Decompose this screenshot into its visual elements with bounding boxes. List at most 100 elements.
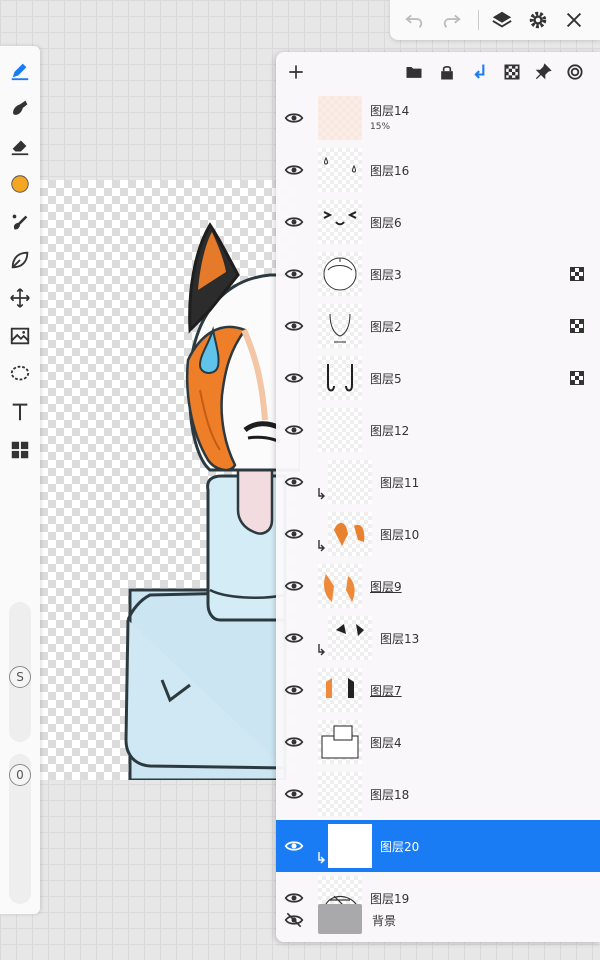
settings-button[interactable]	[526, 8, 550, 32]
visibility-eye-icon[interactable]	[284, 108, 304, 128]
move-arrows-icon	[10, 288, 30, 308]
visibility-eye-icon[interactable]	[284, 524, 304, 544]
layer-thumbnail[interactable]	[318, 720, 362, 764]
layer-thumbnail-art	[334, 522, 365, 546]
layer-row[interactable]: 图层12	[276, 404, 600, 456]
layer-thumbnail[interactable]	[318, 772, 362, 816]
background-label: 背景	[372, 914, 397, 928]
visibility-eye-icon[interactable]	[284, 784, 304, 804]
move-tool[interactable]	[6, 284, 34, 312]
layer-name: 图层13	[380, 632, 420, 646]
layer-row[interactable]: 图层2	[276, 300, 600, 352]
layer-thumbnail-art	[324, 574, 355, 602]
lasso-tool[interactable]	[6, 360, 34, 388]
drawing-canvas[interactable]	[40, 180, 300, 780]
background-layer-row[interactable]: 背景	[276, 898, 600, 942]
brush-opacity-slider[interactable]: 0	[9, 754, 31, 904]
text-tool[interactable]	[6, 398, 34, 426]
close-button[interactable]	[562, 8, 586, 32]
visibility-eye-icon[interactable]	[284, 264, 304, 284]
layer-row[interactable]: 图层19	[276, 872, 600, 920]
clipping-arrow-icon	[318, 488, 325, 500]
visibility-eye-icon[interactable]	[284, 628, 304, 648]
brush-size-slider[interactable]: S	[9, 602, 31, 742]
layer-thumbnail[interactable]	[328, 824, 372, 868]
layer-row[interactable]: 图层4	[276, 716, 600, 768]
topbar-divider	[478, 10, 479, 30]
eraser-tool[interactable]	[6, 132, 34, 160]
layer-thumbnail[interactable]	[318, 668, 362, 712]
fill-tool[interactable]	[6, 208, 34, 236]
eraser-icon	[11, 140, 29, 156]
layer-name: 图层16	[370, 164, 410, 178]
layer-thumbnail[interactable]	[318, 408, 362, 452]
blur-tool[interactable]	[6, 246, 34, 274]
image-adjust-tool[interactable]	[6, 322, 34, 350]
layer-row[interactable]: 图层7	[276, 664, 600, 716]
layer-thumbnail[interactable]	[318, 356, 362, 400]
layers-panel: 图层14 15% 图层16 图层6 图层3 图层2 图层5 图层12 图层11 图层10 图层9 图层…	[276, 52, 600, 942]
layer-name: 图层4	[370, 736, 402, 750]
undo-button[interactable]	[402, 8, 426, 32]
visibility-eye-icon[interactable]	[284, 576, 304, 596]
visibility-eye-icon[interactable]	[284, 836, 304, 856]
visibility-eye-icon[interactable]	[284, 316, 304, 336]
layer-thumbnail[interactable]	[328, 512, 372, 556]
layer-row[interactable]: 图层6	[276, 196, 600, 248]
pin-button[interactable]	[531, 60, 555, 84]
clip-button[interactable]	[468, 60, 492, 84]
ref-button[interactable]	[563, 60, 587, 84]
layer-thumbnail[interactable]	[318, 148, 362, 192]
brush-tool[interactable]	[6, 56, 34, 84]
layer-row[interactable]: 图层9	[276, 560, 600, 612]
text-icon	[12, 403, 28, 421]
layer-name: 图层3	[370, 268, 402, 282]
layers-panel-header	[276, 52, 600, 92]
visibility-eye-icon[interactable]	[284, 212, 304, 232]
visibility-eye-icon[interactable]	[284, 368, 304, 388]
layers-button[interactable]	[490, 8, 514, 32]
brush-opacity-knob[interactable]: 0	[9, 764, 31, 786]
layer-thumbnail[interactable]	[328, 616, 372, 660]
layer-thumbnail[interactable]	[318, 564, 362, 608]
layer-name: 图层20	[380, 840, 420, 854]
hidden-eye-icon[interactable]	[284, 910, 304, 930]
color-picker[interactable]	[6, 170, 34, 198]
layer-row[interactable]: 图层13	[276, 612, 600, 664]
layer-row[interactable]: 图层10	[276, 508, 600, 560]
redo-button[interactable]	[440, 8, 464, 32]
alpha-lock-icon	[570, 319, 584, 333]
layer-thumbnail[interactable]	[318, 304, 362, 348]
visibility-eye-icon[interactable]	[284, 472, 304, 492]
layer-thumbnail-art	[329, 313, 351, 343]
layer-thumbnail[interactable]	[318, 200, 362, 244]
layer-thumbnail-art	[328, 460, 372, 504]
visibility-eye-icon[interactable]	[284, 680, 304, 700]
layer-name: 图层18	[370, 788, 410, 802]
add-layer-button[interactable]	[284, 60, 308, 84]
layer-thumbnail[interactable]	[328, 460, 372, 504]
layer-thumbnail-art	[327, 364, 353, 392]
visibility-eye-icon[interactable]	[284, 732, 304, 752]
brush-size-knob[interactable]: S	[9, 666, 31, 688]
layer-row[interactable]: 图层20	[276, 820, 600, 872]
layer-name: 图层14	[370, 104, 410, 118]
layer-row[interactable]: 图层16	[276, 144, 600, 196]
plus-icon	[289, 65, 303, 79]
layer-row[interactable]: 图层14 15%	[276, 92, 600, 144]
layer-row[interactable]: 图层5	[276, 352, 600, 404]
layer-row[interactable]: 图层11	[276, 456, 600, 508]
background-color-swatch[interactable]	[318, 904, 362, 934]
visibility-eye-icon[interactable]	[284, 160, 304, 180]
folder-button[interactable]	[402, 60, 426, 84]
layer-thumbnail[interactable]	[318, 252, 362, 296]
visibility-eye-icon[interactable]	[284, 420, 304, 440]
layer-row[interactable]: 图层18	[276, 768, 600, 820]
smudge-tool[interactable]	[6, 94, 34, 122]
layer-thumbnail[interactable]	[318, 96, 362, 140]
layer-name: 图层10	[380, 528, 420, 542]
alpha-lock-button[interactable]	[500, 60, 524, 84]
panels-tool[interactable]	[6, 436, 34, 464]
lock-button[interactable]	[435, 60, 459, 84]
layer-row[interactable]: 图层3	[276, 248, 600, 300]
